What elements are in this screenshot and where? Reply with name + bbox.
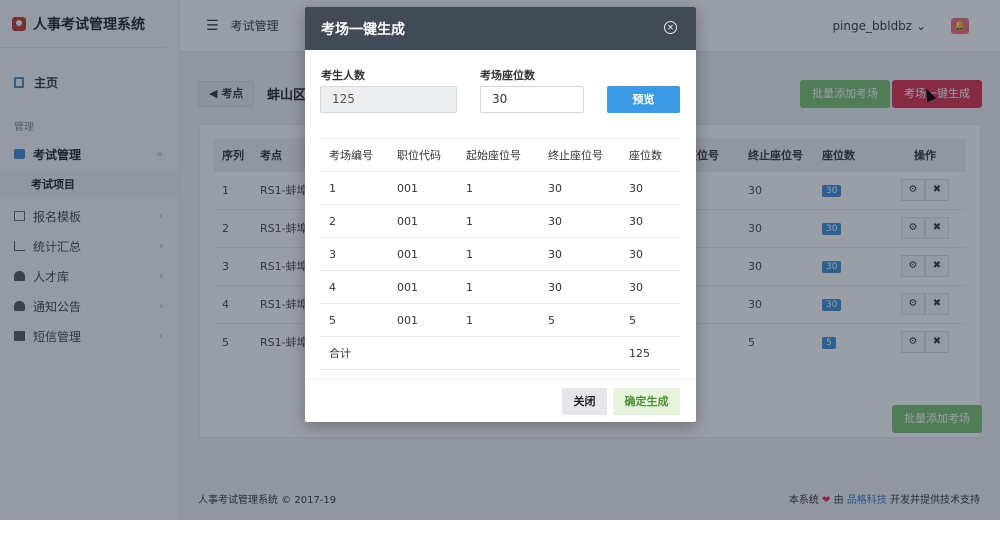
confirm-generate-button[interactable]: 确定生成 [613, 388, 680, 415]
cell: 1 [320, 171, 388, 205]
cell: 30 [620, 171, 680, 205]
cell: 5 [620, 303, 680, 337]
preview-button[interactable]: 预览 [607, 86, 680, 113]
cell: 30 [620, 270, 680, 304]
dialog-title: 考场一键生成 [321, 21, 405, 38]
column-header: 职位代码 [388, 138, 457, 172]
table-row: 5 001 1 5 5 [320, 303, 680, 337]
cell: 5 [539, 303, 620, 337]
dialog-footer: 关闭 确定生成 [305, 379, 696, 422]
seats-input[interactable]: 30 [480, 86, 584, 113]
cell: 30 [539, 237, 620, 271]
table-row: 3 001 1 30 30 [320, 237, 680, 271]
column-header: 终止座位号 [539, 138, 620, 172]
cell: 1 [457, 237, 539, 271]
generate-rooms-dialog: 考场一键生成 ✕ 考生人数 125 考场座位数 30 预览 考场编号 职位代码 … [305, 7, 696, 422]
cell: 001 [388, 204, 457, 238]
total-row: 合计 125 [320, 336, 680, 370]
cell: 001 [388, 270, 457, 304]
cell: 4 [320, 270, 388, 304]
dialog-header: 考场一键生成 ✕ [305, 7, 696, 50]
cell: 30 [620, 237, 680, 271]
column-header: 起始座位号 [457, 138, 539, 172]
cell: 30 [539, 171, 620, 205]
cell: 1 [457, 270, 539, 304]
table-row: 2 001 1 30 30 [320, 204, 680, 238]
cell: 30 [539, 270, 620, 304]
table-row: 1 001 1 30 30 [320, 171, 680, 205]
column-header: 座位数 [620, 138, 680, 172]
preview-table: 考场编号 职位代码 起始座位号 终止座位号 座位数 1 001 1 30 30 … [320, 138, 680, 370]
total-label: 合计 [320, 336, 388, 370]
cell: 3 [320, 237, 388, 271]
seats-label: 考场座位数 [480, 69, 535, 82]
cell: 5 [320, 303, 388, 337]
cell [457, 336, 539, 370]
close-icon[interactable]: ✕ [664, 21, 677, 34]
cell: 1 [457, 171, 539, 205]
cell: 001 [388, 237, 457, 271]
cell: 001 [388, 303, 457, 337]
cell [388, 336, 457, 370]
bottom-strip [0, 520, 1000, 534]
cell: 2 [320, 204, 388, 238]
column-header: 考场编号 [320, 138, 388, 172]
cell: 001 [388, 171, 457, 205]
cell: 30 [539, 204, 620, 238]
table-header-row: 考场编号 职位代码 起始座位号 终止座位号 座位数 [320, 138, 680, 172]
close-button[interactable]: 关闭 [562, 388, 607, 415]
cell: 1 [457, 204, 539, 238]
table-row: 4 001 1 30 30 [320, 270, 680, 304]
candidates-label: 考生人数 [321, 69, 365, 82]
cell [539, 336, 620, 370]
total-value: 125 [620, 336, 680, 370]
cell: 30 [620, 204, 680, 238]
cell: 1 [457, 303, 539, 337]
candidates-input[interactable]: 125 [320, 86, 457, 113]
